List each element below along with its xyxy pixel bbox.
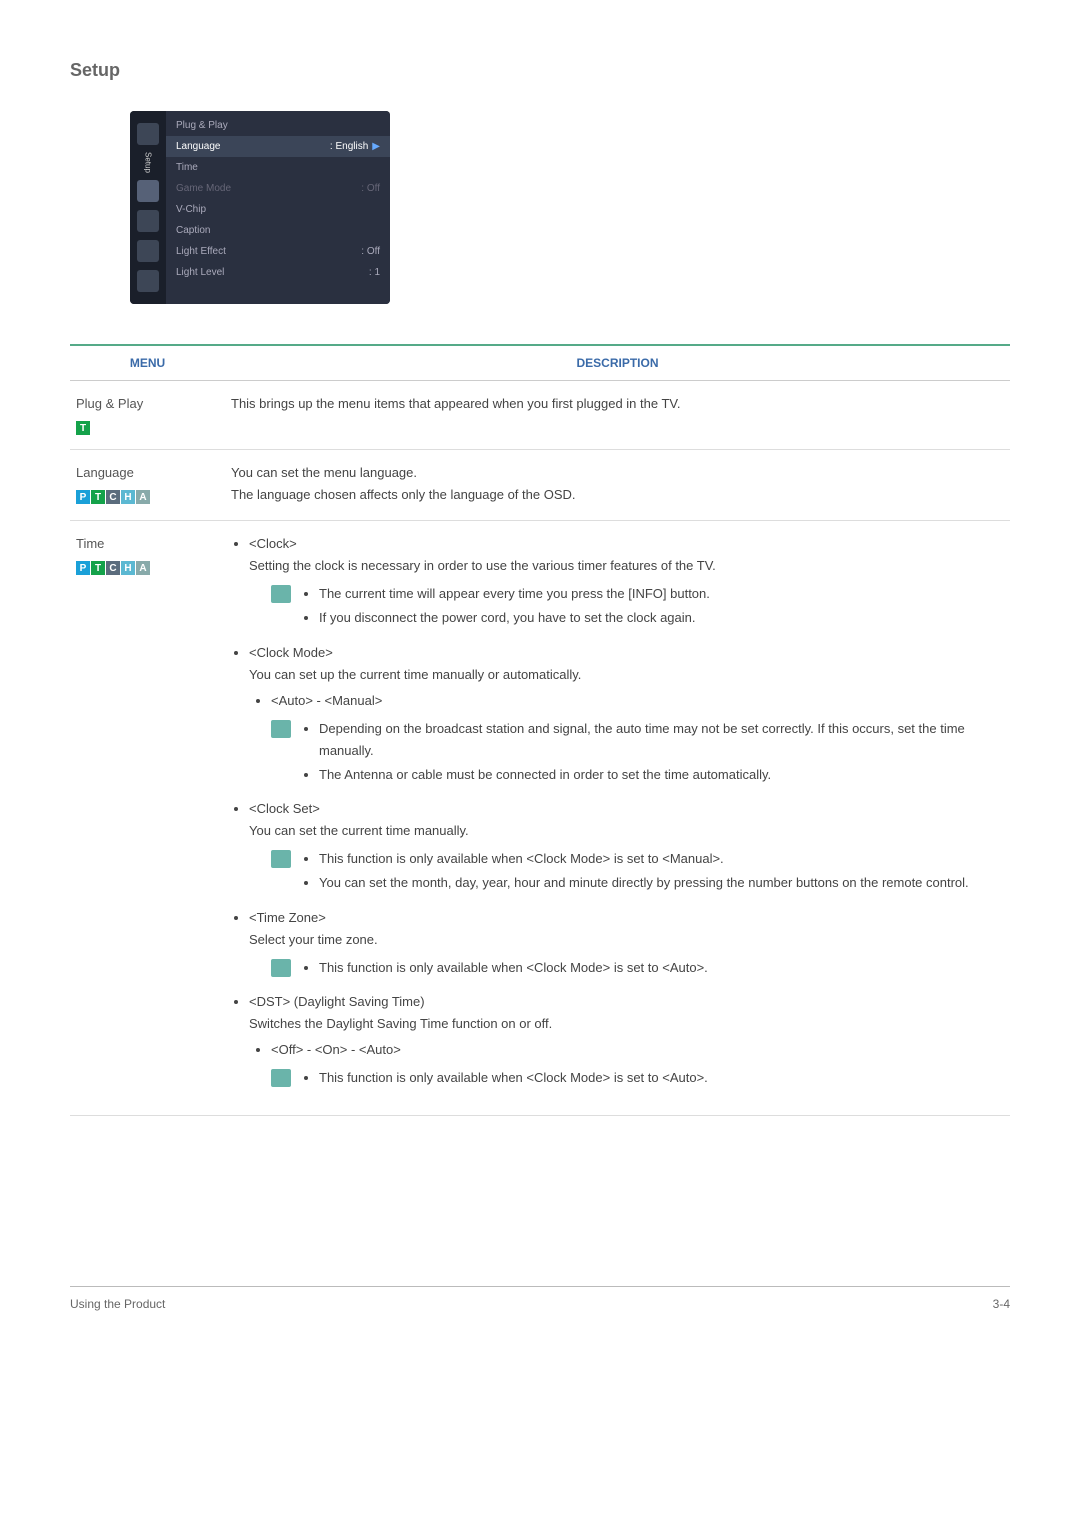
footer: Using the Product 3-4 — [70, 1286, 1010, 1311]
badges: T — [76, 421, 219, 435]
note-icon — [271, 585, 291, 603]
list-item: <DST> (Daylight Saving Time) Switches th… — [249, 991, 1004, 1091]
badge-t: T — [91, 490, 105, 504]
osd-row: V-Chip — [166, 199, 390, 220]
list-item: <Clock> Setting the clock is necessary i… — [249, 533, 1004, 631]
osd-screenshot: Setup Plug & Play LanguageEnglish▶ Time … — [130, 111, 390, 304]
footer-right: 3-4 — [993, 1297, 1010, 1311]
chevron-right-icon: ▶ — [372, 141, 380, 152]
col-menu: Menu — [70, 345, 225, 381]
osd-row-selected: LanguageEnglish▶ — [166, 136, 390, 157]
note-icon — [271, 1069, 291, 1087]
badge-t: T — [76, 421, 90, 435]
table-row: Time P T C H A <Clock> Setting the clock… — [70, 521, 1010, 1116]
badge-t: T — [91, 561, 105, 575]
list-item: <Time Zone> Select your time zone. This … — [249, 907, 1004, 981]
osd-sidebar: Setup — [130, 111, 166, 304]
osd-icon-blank — [137, 123, 159, 145]
desc-cell: <Clock> Setting the clock is necessary i… — [225, 521, 1010, 1116]
osd-row: Light Level1 — [166, 262, 390, 283]
badge-a: A — [136, 490, 150, 504]
badges: P T C H A — [76, 561, 219, 575]
osd-icon-3 — [137, 210, 159, 232]
osd-icon-5 — [137, 270, 159, 292]
osd-sidelabel: Setup — [144, 149, 153, 176]
badge-h: H — [121, 561, 135, 575]
osd-icon-setup — [137, 180, 159, 202]
table-row: Plug & Play T This brings up the menu it… — [70, 380, 1010, 449]
menu-table: Menu Description Plug & Play T This brin… — [70, 344, 1010, 1116]
page-title: Setup — [70, 60, 1010, 81]
list-item: <Clock Mode> You can set up the current … — [249, 642, 1004, 789]
badge-p: P — [76, 561, 90, 575]
badges: P T C H A — [76, 490, 219, 504]
list-item: <Clock Set> You can set the current time… — [249, 798, 1004, 896]
note-icon — [271, 850, 291, 868]
badge-c: C — [106, 490, 120, 504]
badge-h: H — [121, 490, 135, 504]
table-row: Language P T C H A You can set the menu … — [70, 450, 1010, 521]
badge-p: P — [76, 490, 90, 504]
osd-row: Caption — [166, 220, 390, 241]
col-desc: Description — [225, 345, 1010, 381]
note: The current time will appear every time … — [271, 583, 1004, 631]
menu-cell: Plug & Play T — [70, 380, 225, 449]
menu-cell: Time P T C H A — [70, 521, 225, 1116]
osd-icon-4 — [137, 240, 159, 262]
note: This function is only available when <Cl… — [271, 848, 1004, 896]
osd-row: Plug & Play — [166, 115, 390, 136]
osd-body: Plug & Play LanguageEnglish▶ Time Game M… — [166, 111, 390, 304]
badge-c: C — [106, 561, 120, 575]
osd-row: Game ModeOff — [166, 178, 390, 199]
osd-row: Time — [166, 157, 390, 178]
desc-cell: This brings up the menu items that appea… — [225, 380, 1010, 449]
menu-cell: Language P T C H A — [70, 450, 225, 521]
badge-a: A — [136, 561, 150, 575]
note: This function is only available when <Cl… — [271, 957, 1004, 981]
note: Depending on the broadcast station and s… — [271, 718, 1004, 788]
osd-row: Light EffectOff — [166, 241, 390, 262]
desc-cell: You can set the menu language. The langu… — [225, 450, 1010, 521]
note: This function is only available when <Cl… — [271, 1067, 1004, 1091]
note-icon — [271, 959, 291, 977]
note-icon — [271, 720, 291, 738]
footer-left: Using the Product — [70, 1297, 165, 1311]
